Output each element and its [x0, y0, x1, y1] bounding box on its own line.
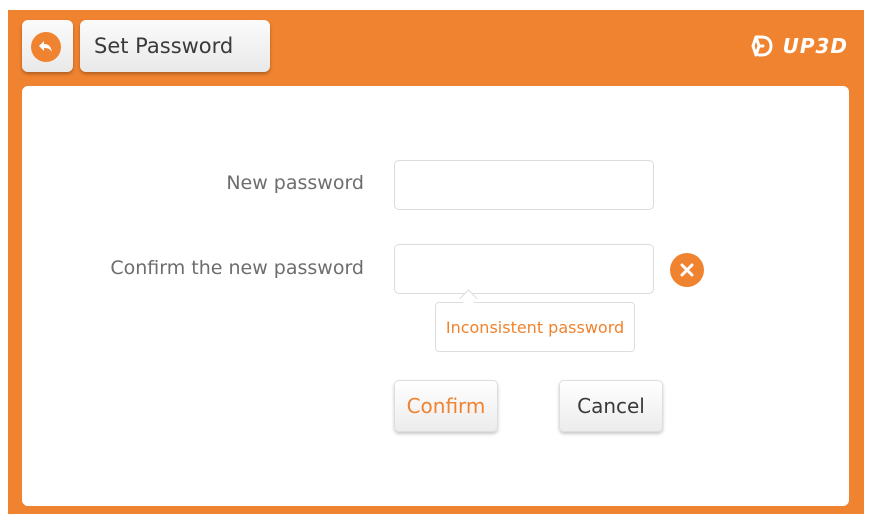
back-arrow-icon — [31, 32, 61, 62]
error-tooltip: Inconsistent password — [435, 302, 635, 352]
error-message: Inconsistent password — [445, 317, 625, 337]
new-password-label: New password — [226, 172, 364, 194]
confirm-password-field[interactable] — [394, 244, 654, 294]
up3d-logo-icon — [751, 35, 773, 57]
brand-logo: UP3D — [749, 32, 848, 60]
confirm-button[interactable]: Confirm — [394, 380, 498, 432]
logo-text: UP3D — [782, 34, 848, 58]
title-button[interactable]: Set Password — [80, 20, 270, 72]
password-panel: New password Confirm the new password In… — [22, 86, 849, 506]
page-title: Set Password — [94, 34, 234, 58]
new-password-field[interactable] — [394, 160, 654, 210]
confirm-password-label: Confirm the new password — [110, 257, 364, 279]
error-x-icon — [670, 253, 704, 287]
back-button[interactable] — [22, 20, 73, 72]
app-frame: Set Password UP3D New password Confirm t… — [8, 10, 864, 514]
cancel-button[interactable]: Cancel — [559, 380, 663, 432]
